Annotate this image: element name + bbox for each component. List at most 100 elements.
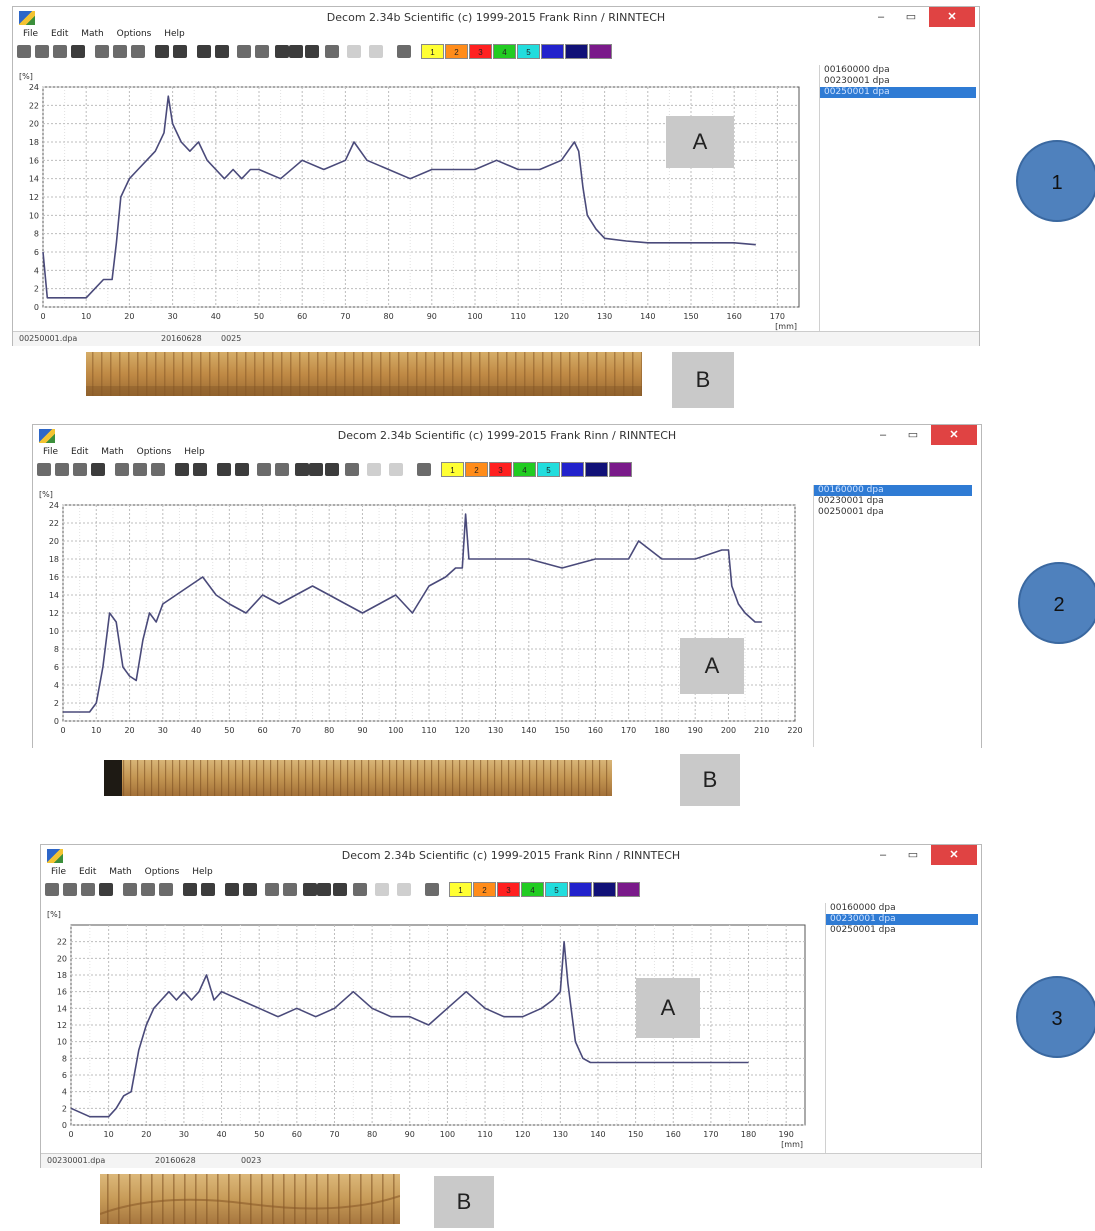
display-icon[interactable] bbox=[325, 45, 339, 58]
color-swatch-8[interactable] bbox=[617, 882, 640, 897]
display-icon[interactable] bbox=[353, 883, 367, 896]
color-swatch-6[interactable] bbox=[569, 882, 592, 897]
arrow-left-icon[interactable] bbox=[367, 463, 381, 476]
color-swatch-4[interactable]: 4 bbox=[493, 44, 516, 59]
text-tool-icon[interactable] bbox=[275, 45, 289, 58]
eraser-icon[interactable] bbox=[333, 883, 347, 896]
eraser-icon[interactable] bbox=[325, 463, 339, 476]
paste-icon[interactable] bbox=[159, 883, 173, 896]
menu-file[interactable]: File bbox=[23, 29, 38, 39]
color-swatch-2[interactable]: 2 bbox=[473, 882, 496, 897]
quote-icon[interactable] bbox=[235, 463, 249, 476]
file-list-item[interactable]: 00230001 dpa bbox=[814, 496, 972, 507]
file-list-item[interactable]: 00250001 dpa bbox=[814, 507, 972, 518]
line-tool-icon[interactable] bbox=[289, 45, 303, 58]
color-swatch-7[interactable] bbox=[565, 44, 588, 59]
folder-icon[interactable] bbox=[63, 883, 77, 896]
paste-icon[interactable] bbox=[151, 463, 165, 476]
print-icon[interactable] bbox=[115, 463, 129, 476]
color-swatch-6[interactable] bbox=[541, 44, 564, 59]
recycle-icon[interactable] bbox=[81, 883, 95, 896]
close-button[interactable]: ✕ bbox=[929, 7, 975, 27]
file-list[interactable]: 00160000 dpa 00230001 dpa 00250001 dpa bbox=[825, 903, 978, 1153]
zoom-icon[interactable] bbox=[237, 45, 251, 58]
color-swatch-1[interactable]: 1 bbox=[449, 882, 472, 897]
quote-icon[interactable] bbox=[243, 883, 257, 896]
zoom-icon[interactable] bbox=[265, 883, 279, 896]
folder-open-icon[interactable] bbox=[37, 463, 51, 476]
save-icon[interactable] bbox=[99, 883, 113, 896]
menu-math[interactable]: Math bbox=[81, 29, 104, 39]
cloud-icon[interactable] bbox=[155, 45, 169, 58]
arrow-right-icon[interactable] bbox=[389, 463, 403, 476]
color-swatch-3[interactable]: 3 bbox=[497, 882, 520, 897]
menu-math[interactable]: Math bbox=[109, 867, 132, 877]
color-swatch-2[interactable]: 2 bbox=[445, 44, 468, 59]
grid-icon[interactable] bbox=[225, 883, 239, 896]
menu-edit[interactable]: Edit bbox=[51, 29, 68, 39]
color-swatch-3[interactable]: 3 bbox=[469, 44, 492, 59]
maximize-button[interactable]: ▭ bbox=[899, 845, 927, 865]
color-swatch-6[interactable] bbox=[561, 462, 584, 477]
maximize-button[interactable]: ▭ bbox=[897, 7, 925, 27]
text-tool-icon[interactable] bbox=[295, 463, 309, 476]
arrow-left-icon[interactable] bbox=[347, 45, 361, 58]
title-bar[interactable]: Decom 2.34b Scientific (c) 1999-2015 Fra… bbox=[41, 845, 981, 867]
maximize-button[interactable]: ▭ bbox=[899, 425, 927, 445]
color-swatch-3[interactable]: 3 bbox=[489, 462, 512, 477]
menu-options[interactable]: Options bbox=[145, 867, 180, 877]
color-swatch-7[interactable] bbox=[585, 462, 608, 477]
file-list-item[interactable]: 00230001 dpa bbox=[826, 914, 978, 925]
menu-file[interactable]: File bbox=[51, 867, 66, 877]
ruler-icon[interactable] bbox=[255, 45, 269, 58]
file-list-item[interactable]: 00250001 dpa bbox=[820, 87, 976, 98]
color-swatch-1[interactable]: 1 bbox=[441, 462, 464, 477]
menu-edit[interactable]: Edit bbox=[79, 867, 96, 877]
color-swatch-8[interactable] bbox=[589, 44, 612, 59]
close-button[interactable]: ✕ bbox=[931, 845, 977, 865]
file-list-item[interactable]: 00160000 dpa bbox=[814, 485, 972, 496]
color-swatch-7[interactable] bbox=[593, 882, 616, 897]
menu-help[interactable]: Help bbox=[164, 29, 185, 39]
menu-help[interactable]: Help bbox=[184, 447, 205, 457]
menu-math[interactable]: Math bbox=[101, 447, 124, 457]
save-icon[interactable] bbox=[91, 463, 105, 476]
file-list[interactable]: 00160000 dpa 00230001 dpa 00250001 dpa bbox=[819, 65, 976, 331]
grid-icon[interactable] bbox=[197, 45, 211, 58]
color-swatch-5[interactable]: 5 bbox=[537, 462, 560, 477]
title-bar[interactable]: Decom 2.34b Scientific (c) 1999-2015 Fra… bbox=[13, 7, 979, 29]
minimize-button[interactable]: – bbox=[867, 7, 895, 27]
chart-icon[interactable] bbox=[397, 45, 411, 58]
copy-icon[interactable] bbox=[133, 463, 147, 476]
ruler-icon[interactable] bbox=[283, 883, 297, 896]
cloud-dark-icon[interactable] bbox=[193, 463, 207, 476]
recycle-icon[interactable] bbox=[73, 463, 87, 476]
folder-icon[interactable] bbox=[55, 463, 69, 476]
grid-icon[interactable] bbox=[217, 463, 231, 476]
text-tool-icon[interactable] bbox=[303, 883, 317, 896]
copy-icon[interactable] bbox=[113, 45, 127, 58]
line-tool-icon[interactable] bbox=[309, 463, 323, 476]
folder-icon[interactable] bbox=[35, 45, 49, 58]
color-swatch-4[interactable]: 4 bbox=[513, 462, 536, 477]
color-swatch-8[interactable] bbox=[609, 462, 632, 477]
arrow-right-icon[interactable] bbox=[369, 45, 383, 58]
chart-icon[interactable] bbox=[417, 463, 431, 476]
save-icon[interactable] bbox=[71, 45, 85, 58]
folder-open-icon[interactable] bbox=[45, 883, 59, 896]
copy-icon[interactable] bbox=[141, 883, 155, 896]
color-swatch-5[interactable]: 5 bbox=[517, 44, 540, 59]
cloud-icon[interactable] bbox=[183, 883, 197, 896]
title-bar[interactable]: Decom 2.34b Scientific (c) 1999-2015 Fra… bbox=[33, 425, 981, 447]
zoom-icon[interactable] bbox=[257, 463, 271, 476]
quote-icon[interactable] bbox=[215, 45, 229, 58]
menu-file[interactable]: File bbox=[43, 447, 58, 457]
file-list-item[interactable]: 00230001 dpa bbox=[820, 76, 976, 87]
arrow-left-icon[interactable] bbox=[375, 883, 389, 896]
menu-edit[interactable]: Edit bbox=[71, 447, 88, 457]
print-icon[interactable] bbox=[95, 45, 109, 58]
color-swatch-5[interactable]: 5 bbox=[545, 882, 568, 897]
file-list[interactable]: 00160000 dpa 00230001 dpa 00250001 dpa bbox=[813, 485, 972, 747]
print-icon[interactable] bbox=[123, 883, 137, 896]
folder-open-icon[interactable] bbox=[17, 45, 31, 58]
